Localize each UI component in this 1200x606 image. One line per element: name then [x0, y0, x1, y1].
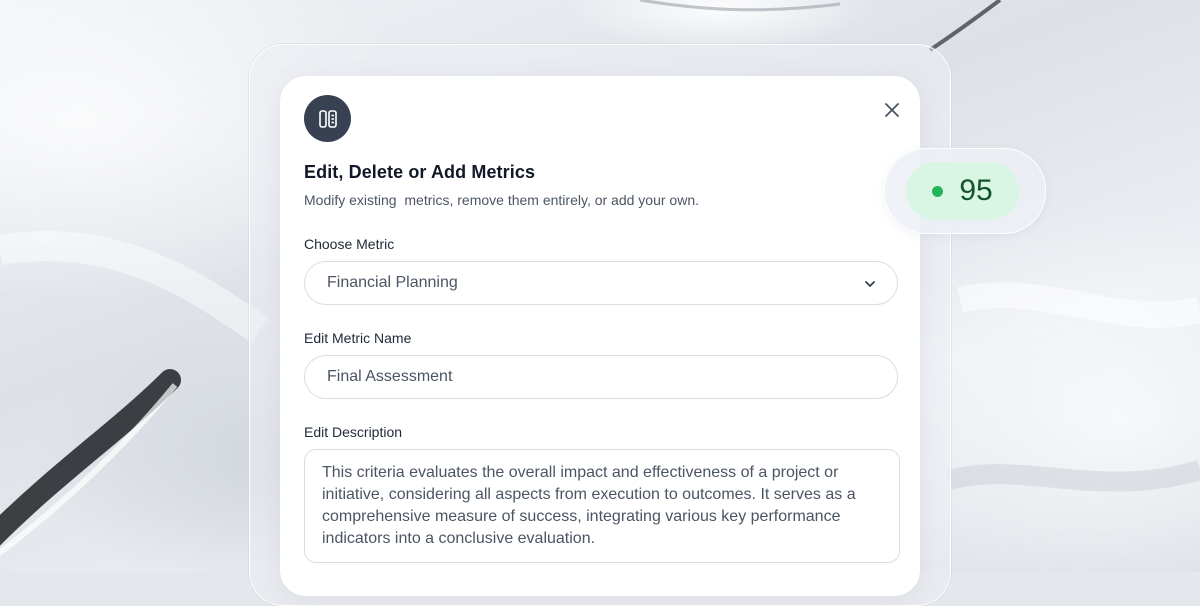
choose-metric-select[interactable]: Financial Planning — [304, 261, 898, 305]
metric-name-input[interactable]: Final Assessment — [304, 355, 898, 399]
choose-metric-label: Choose Metric — [304, 236, 395, 252]
status-dot-icon — [932, 185, 944, 197]
score-badge: 95 — [906, 162, 1019, 220]
close-button[interactable] — [880, 98, 904, 122]
description-label: Edit Description — [304, 424, 403, 440]
metric-name-value: Final Assessment — [327, 368, 453, 385]
columns-icon — [304, 95, 351, 142]
chevron-down-icon — [865, 281, 875, 287]
modal-title: Edit, Delete or Add Metrics — [304, 162, 536, 182]
metric-name-label: Edit Metric Name — [304, 330, 412, 346]
modal-subtitle: Modify existing metrics, remove them ent… — [304, 192, 700, 208]
choose-metric-value: Financial Planning — [327, 274, 458, 291]
description-textarea[interactable]: This criteria evaluates the overall impa… — [304, 449, 900, 563]
edit-metrics-modal: Edit, Delete or Add Metrics Modify exist… — [280, 76, 920, 596]
score-value: 95 — [959, 174, 993, 207]
close-icon — [885, 103, 899, 117]
